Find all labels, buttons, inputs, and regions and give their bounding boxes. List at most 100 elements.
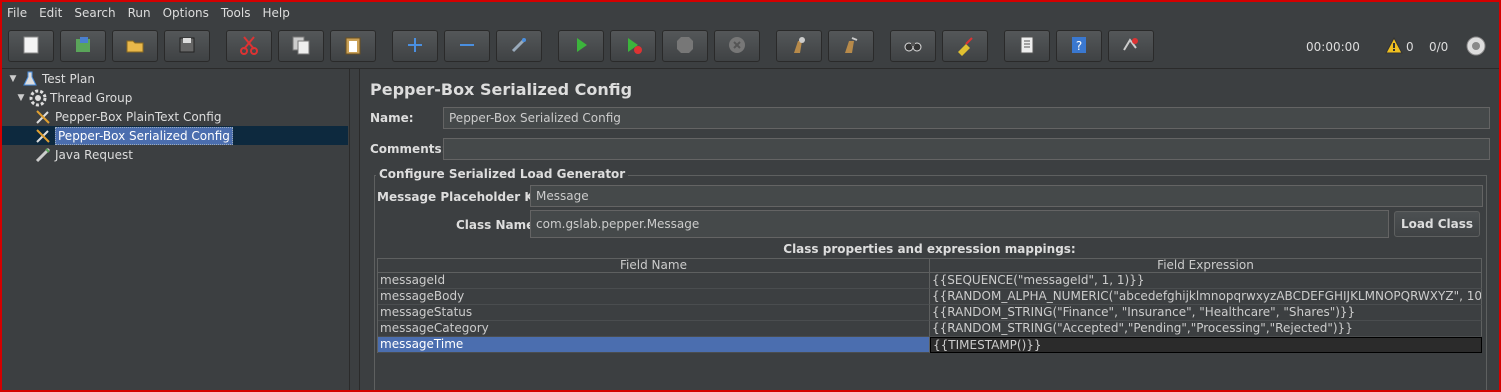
group-title: Configure Serialized Load Generator xyxy=(376,167,629,181)
globe-icon[interactable] xyxy=(1465,35,1487,60)
comments-label: Comments: xyxy=(370,142,447,156)
shutdown-icon xyxy=(726,34,748,59)
field-expression-editor[interactable]: {{TIMESTAMP()}} xyxy=(930,337,1482,353)
expand-icon xyxy=(404,34,426,59)
new-button[interactable] xyxy=(8,30,54,62)
table-row[interactable]: messageId {{SEQUENCE("messageId", 1, 1)}… xyxy=(378,273,1482,289)
expand-toggle-icon[interactable]: ▼ xyxy=(8,74,18,84)
clear-icon xyxy=(788,34,810,59)
flask-icon xyxy=(21,70,39,88)
split-pane-divider[interactable] xyxy=(349,69,360,390)
templates-icon xyxy=(72,34,94,59)
field-name-cell[interactable]: messageTime xyxy=(378,337,930,353)
shutdown-button[interactable] xyxy=(714,30,760,62)
save-button[interactable] xyxy=(164,30,210,62)
reset-search-icon xyxy=(954,34,976,59)
start-no-pause-icon xyxy=(622,34,644,59)
wrench-icon xyxy=(34,127,52,145)
remote-button[interactable] xyxy=(1108,30,1154,62)
tree-item-serialized-config[interactable]: Pepper-Box Serialized Config xyxy=(34,126,233,145)
field-expression-cell[interactable]: {{SEQUENCE("messageId", 1, 1)}} xyxy=(930,273,1482,289)
test-plan-tree: ▼ Test Plan ▼ Thread Group Pepper-Box Pl… xyxy=(2,69,348,390)
table-row[interactable]: messageBody {{RANDOM_ALPHA_NUMERIC("abce… xyxy=(378,289,1482,305)
stop-button[interactable] xyxy=(662,30,708,62)
table-row[interactable]: messageStatus {{RANDOM_STRING("Finance",… xyxy=(378,305,1482,321)
menu-run[interactable]: Run xyxy=(122,6,157,20)
gear-icon xyxy=(29,89,47,107)
collapse-all-button[interactable] xyxy=(444,30,490,62)
wrench-icon xyxy=(34,108,52,126)
class-name-field[interactable]: com.gslab.pepper.Message xyxy=(530,210,1389,238)
menu-options[interactable]: Options xyxy=(157,6,215,20)
start-no-pauses-button[interactable] xyxy=(610,30,656,62)
open-icon xyxy=(124,34,146,59)
mappings-table: Field Name Field Expression messageId {{… xyxy=(377,258,1482,353)
new-icon xyxy=(20,34,42,59)
cut-icon xyxy=(238,34,260,59)
name-label: Name: xyxy=(370,111,414,125)
templates-button[interactable] xyxy=(60,30,106,62)
search-icon xyxy=(902,34,924,59)
table-row-selected[interactable]: messageTime {{TIMESTAMP()}} xyxy=(378,337,1482,353)
tree-item-java-request[interactable]: Java Request xyxy=(34,145,133,164)
function-helper-button[interactable] xyxy=(1004,30,1050,62)
name-field[interactable]: Pepper-Box Serialized Config xyxy=(443,107,1490,129)
copy-icon xyxy=(290,34,312,59)
menu-bar: File Edit Search Run Options Tools Help xyxy=(2,2,1499,24)
elapsed-timer: 00:00:00 xyxy=(1306,40,1360,54)
paste-icon xyxy=(342,34,364,59)
class-name-label: Class Name: xyxy=(456,218,540,232)
field-name-cell[interactable]: messageCategory xyxy=(378,321,930,337)
clear-button[interactable] xyxy=(776,30,822,62)
stop-icon xyxy=(674,34,696,59)
placeholder-key-label: Message Placeholder Key: xyxy=(377,190,555,204)
help-icon: ? xyxy=(1068,34,1090,59)
search-button[interactable] xyxy=(890,30,936,62)
reset-search-button[interactable] xyxy=(942,30,988,62)
placeholder-key-field[interactable]: Message xyxy=(530,185,1483,207)
config-panel: Pepper-Box Serialized Config Name: Peppe… xyxy=(360,69,1499,392)
help-button[interactable]: ? xyxy=(1056,30,1102,62)
table-caption: Class properties and expression mappings… xyxy=(783,242,1076,256)
tree-item-plaintext-config[interactable]: Pepper-Box PlainText Config xyxy=(34,107,221,126)
menu-edit[interactable]: Edit xyxy=(33,6,68,20)
cut-button[interactable] xyxy=(226,30,272,62)
table-row[interactable]: messageCategory {{RANDOM_STRING("Accepte… xyxy=(378,321,1482,337)
remote-icon xyxy=(1120,34,1142,59)
field-expression-cell[interactable]: {{RANDOM_ALPHA_NUMERIC("abcedefghijklmno… xyxy=(930,289,1482,305)
start-icon xyxy=(570,34,592,59)
field-name-cell[interactable]: messageId xyxy=(378,273,930,289)
column-header-field-name[interactable]: Field Name xyxy=(378,258,930,273)
page-title: Pepper-Box Serialized Config xyxy=(370,80,633,99)
copy-button[interactable] xyxy=(278,30,324,62)
paste-button[interactable] xyxy=(330,30,376,62)
toolbar: ? 00:00:00 0 0/0 xyxy=(2,24,1499,69)
menu-search[interactable]: Search xyxy=(68,6,121,20)
field-expression-cell[interactable]: {{RANDOM_STRING("Finance", "Insurance", … xyxy=(930,305,1482,321)
tree-item-thread-group[interactable]: ▼ Thread Group xyxy=(16,88,132,107)
menu-file[interactable]: File xyxy=(2,6,33,20)
menu-tools[interactable]: Tools xyxy=(215,6,257,20)
svg-text:?: ? xyxy=(1076,39,1082,53)
expand-toggle-icon[interactable]: ▼ xyxy=(16,93,26,103)
table-header: Field Name Field Expression xyxy=(378,258,1482,273)
clear-all-icon xyxy=(840,34,862,59)
clear-all-button[interactable] xyxy=(828,30,874,62)
warning-count: 0 xyxy=(1406,40,1414,54)
open-button[interactable] xyxy=(112,30,158,62)
function-helper-icon xyxy=(1016,34,1038,59)
column-header-field-expression[interactable]: Field Expression xyxy=(930,258,1482,273)
sampler-icon xyxy=(34,146,52,164)
comments-field[interactable] xyxy=(443,138,1490,160)
field-name-cell[interactable]: messageStatus xyxy=(378,305,930,321)
field-expression-cell[interactable]: {{RANDOM_STRING("Accepted","Pending","Pr… xyxy=(930,321,1482,337)
thread-count: 0/0 xyxy=(1429,40,1449,54)
expand-all-button[interactable] xyxy=(392,30,438,62)
start-button[interactable] xyxy=(558,30,604,62)
field-name-cell[interactable]: messageBody xyxy=(378,289,930,305)
toggle-button[interactable] xyxy=(496,30,542,62)
tree-item-test-plan[interactable]: ▼ Test Plan xyxy=(8,69,95,88)
save-icon xyxy=(176,34,198,59)
menu-help[interactable]: Help xyxy=(256,6,295,20)
load-class-button[interactable]: Load Class xyxy=(1394,211,1480,237)
